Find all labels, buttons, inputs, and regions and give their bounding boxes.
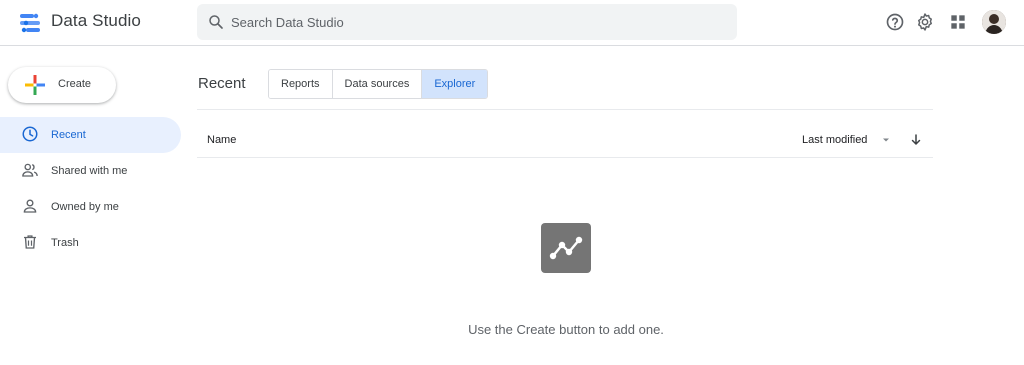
search-icon — [209, 15, 223, 29]
view-tabs: Reports Data sources Explorer — [268, 69, 489, 99]
search-bar[interactable] — [197, 4, 737, 40]
search-input[interactable] — [231, 4, 721, 40]
sidebar-item-recent[interactable]: Recent — [0, 117, 181, 153]
trash-icon — [24, 235, 36, 249]
app-title: Data Studio — [51, 11, 141, 30]
sidebar-item-label: Trash — [51, 237, 79, 249]
divider — [197, 109, 933, 110]
sidebar-item-owned-by-me[interactable]: Owned by me — [0, 189, 181, 225]
user-photo-icon — [982, 10, 1006, 34]
tab-reports[interactable]: Reports — [269, 70, 333, 98]
sidebar-item-label: Owned by me — [51, 201, 119, 213]
help-icon[interactable] — [885, 12, 905, 32]
sidebar-item-shared-with-me[interactable]: Shared with me — [0, 153, 181, 189]
create-button[interactable]: Create — [8, 67, 116, 103]
sidebar-item-label: Shared with me — [51, 165, 128, 177]
tab-data-sources[interactable]: Data sources — [332, 70, 423, 98]
apps-grid-icon[interactable] — [948, 12, 968, 32]
person-icon — [23, 199, 37, 213]
tab-explorer[interactable]: Explorer — [422, 70, 488, 98]
avatar[interactable] — [982, 10, 1006, 34]
empty-state-message: Use the Create button to add one. — [468, 322, 664, 337]
clock-icon — [22, 126, 38, 142]
sidebar-item-trash[interactable]: Trash — [0, 225, 181, 261]
page-title: Recent — [198, 75, 246, 92]
column-header-name[interactable]: Name — [207, 134, 236, 146]
create-label: Create — [58, 78, 92, 90]
column-header-last-modified[interactable]: Last modified — [802, 134, 867, 146]
settings-icon[interactable] — [915, 12, 935, 32]
divider — [197, 157, 933, 158]
dropdown-caret-icon[interactable] — [881, 135, 891, 145]
arrow-down-icon[interactable] — [909, 133, 923, 147]
data-studio-logo-icon[interactable] — [18, 11, 42, 35]
people-icon — [22, 163, 38, 177]
top-bar: Data Studio — [0, 0, 1024, 46]
plus-icon — [25, 75, 45, 95]
explorer-icon — [541, 223, 591, 273]
sidebar-item-label: Recent — [51, 129, 86, 141]
